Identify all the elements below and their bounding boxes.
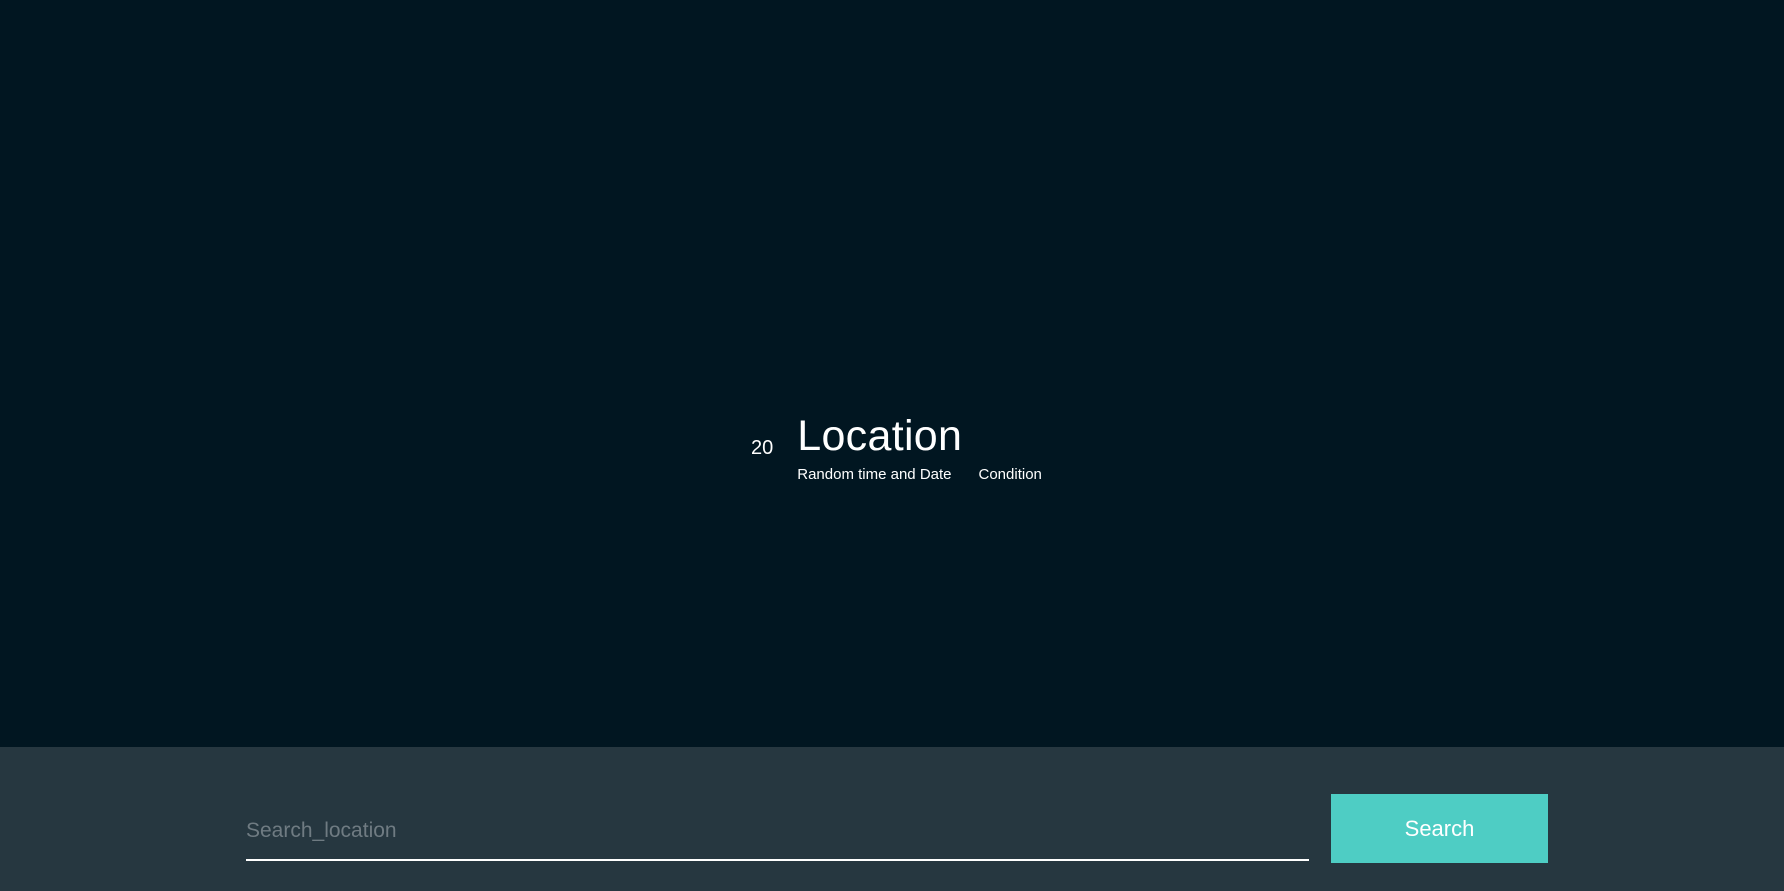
search-button[interactable]: Search xyxy=(1331,794,1548,863)
weather-meta: Random time and Date Condition xyxy=(797,466,1042,484)
location-name: Location xyxy=(797,412,963,460)
weather-details: Location Random time and Date Condition xyxy=(797,411,1042,484)
datetime-text: Random time and Date xyxy=(797,466,952,483)
weather-display-panel: 20 Location Random time and Date Conditi… xyxy=(0,0,1784,747)
weather-info: 20 Location Random time and Date Conditi… xyxy=(751,411,1042,484)
condition-text: Condition xyxy=(978,466,1042,483)
weather-app: 20 Location Random time and Date Conditi… xyxy=(0,0,1784,891)
temperature-value: 20 xyxy=(751,437,774,459)
search-location-input[interactable] xyxy=(246,803,1309,861)
